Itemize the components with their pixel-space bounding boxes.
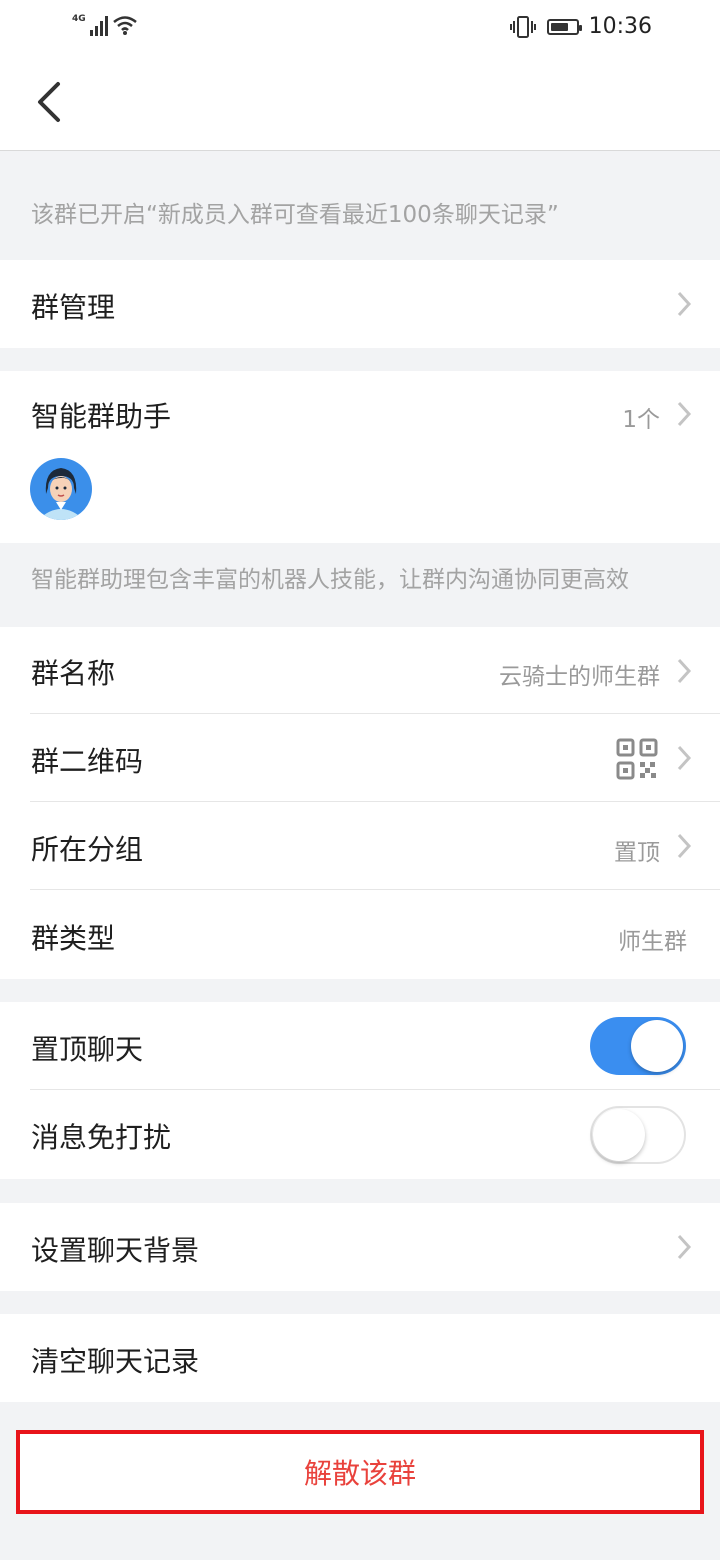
status-bar: 4G 10:36: [0, 0, 720, 55]
nav-bar: [0, 55, 720, 151]
group-type-row: 群类型 师生群: [0, 890, 720, 979]
group-type-label: 群类型: [31, 922, 116, 955]
wifi-icon: [112, 16, 137, 35]
group-category-label: 所在分组: [31, 833, 144, 866]
assistant-description: 智能群助理包含丰富的机器人技能，让群内沟通协同更高效: [31, 567, 629, 593]
clear-history-label: 清空聊天记录: [31, 1345, 200, 1378]
clear-history-row[interactable]: 清空聊天记录: [0, 1314, 720, 1402]
vibrate-icon: [509, 15, 536, 38]
assistant-label: 智能群助手: [31, 400, 172, 433]
mute-toggle[interactable]: [590, 1106, 686, 1164]
signal-icon: [89, 14, 108, 36]
assistant-section[interactable]: 智能群助手 1个: [0, 371, 720, 543]
mute-row: 消息免打扰: [0, 1090, 720, 1179]
group-qrcode-label: 群二维码: [31, 745, 144, 778]
group-qrcode-row[interactable]: 群二维码: [0, 714, 720, 802]
group-type-value: 师生群: [618, 929, 687, 955]
group-name-value: 云骑士的师生群: [499, 664, 660, 690]
chevron-left-icon[interactable]: [30, 80, 70, 124]
qr-code-icon: [616, 738, 658, 780]
group-category-row[interactable]: 所在分组 置顶: [0, 802, 720, 890]
assistant-avatar[interactable]: [30, 458, 92, 520]
group-management-label: 群管理: [31, 291, 116, 324]
chevron-right-icon: [677, 401, 692, 427]
pin-chat-label: 置顶聊天: [31, 1033, 144, 1066]
chevron-right-icon: [677, 833, 692, 859]
chevron-right-icon: [677, 658, 692, 684]
history-note: 该群已开启“新成员入群可查看最近100条聊天记录”: [31, 202, 559, 228]
chevron-right-icon: [677, 291, 692, 317]
group-info-section: 群名称 云骑士的师生群 群二维码 所在分组 置顶 群类型 师生群: [0, 627, 720, 979]
clock: 10:36: [588, 14, 652, 39]
history-note-section: 该群已开启“新成员入群可查看最近100条聊天记录”: [0, 176, 720, 260]
dissolve-group-button[interactable]: 解散该群: [16, 1430, 704, 1514]
battery-icon: [546, 18, 582, 35]
chat-background-label: 设置聊天背景: [31, 1234, 200, 1267]
chevron-right-icon: [677, 745, 692, 771]
group-management-row[interactable]: 群管理: [0, 260, 720, 348]
dissolve-group-label: 解散该群: [303, 1457, 416, 1490]
pin-chat-row: 置顶聊天: [0, 1002, 720, 1089]
toggle-knob: [631, 1020, 683, 1072]
network-type: 4G: [72, 14, 86, 24]
pin-chat-toggle[interactable]: [590, 1017, 686, 1075]
assistant-count: 1个: [622, 407, 660, 433]
group-name-label: 群名称: [31, 657, 116, 690]
chat-background-row[interactable]: 设置聊天背景: [0, 1203, 720, 1291]
assistant-note-section: 智能群助理包含丰富的机器人技能，让群内沟通协同更高效: [0, 543, 720, 627]
toggle-section: 置顶聊天 消息免打扰: [0, 1002, 720, 1179]
toggle-knob: [593, 1109, 645, 1161]
group-name-row[interactable]: 群名称 云骑士的师生群: [0, 627, 720, 714]
chevron-right-icon: [677, 1234, 692, 1260]
mute-label: 消息免打扰: [31, 1121, 172, 1154]
group-category-value: 置顶: [614, 840, 660, 866]
